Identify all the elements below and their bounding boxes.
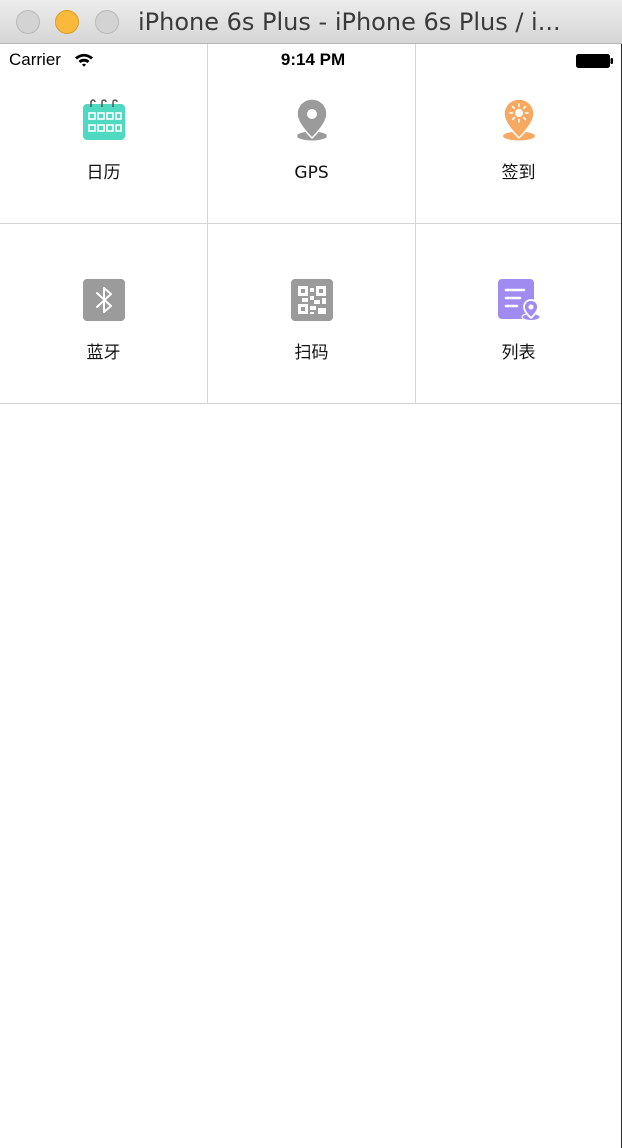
grid-item-bluetooth[interactable]: 蓝牙 [0, 224, 207, 404]
check-in-pin-icon [502, 98, 535, 141]
grid-item-label: 签到 [501, 163, 536, 183]
list-location-icon [497, 279, 540, 321]
grid-item-label: GPS [294, 163, 329, 183]
feature-grid: 日历 GPS 签到 蓝牙 扫码 列表 [0, 44, 621, 404]
minimize-window-button[interactable] [55, 10, 79, 34]
bluetooth-icon [82, 279, 125, 321]
zoom-window-button[interactable] [95, 10, 119, 34]
grid-item-label: 列表 [501, 343, 536, 363]
battery-icon [576, 54, 613, 68]
qr-code-icon [290, 279, 333, 321]
window-title: iPhone 6s Plus - iPhone 6s Plus / i... [138, 8, 561, 36]
grid-item-scan[interactable]: 扫码 [207, 224, 415, 404]
status-time: 9:14 PM [280, 50, 346, 69]
grid-item-label: 日历 [86, 163, 121, 183]
close-window-button[interactable] [16, 10, 40, 34]
grid-item-label: 蓝牙 [86, 343, 121, 363]
status-bar: Carrier 9:14 PM [0, 44, 620, 76]
calendar-icon [82, 99, 125, 140]
grid-item-label: 扫码 [294, 343, 329, 363]
title-bar: iPhone 6s Plus - iPhone 6s Plus / i... [0, 0, 622, 44]
grid-item-list[interactable]: 列表 [415, 224, 621, 404]
map-pin-icon [295, 98, 328, 141]
simulator-window: iPhone 6s Plus - iPhone 6s Plus / i... 日… [0, 0, 622, 1148]
